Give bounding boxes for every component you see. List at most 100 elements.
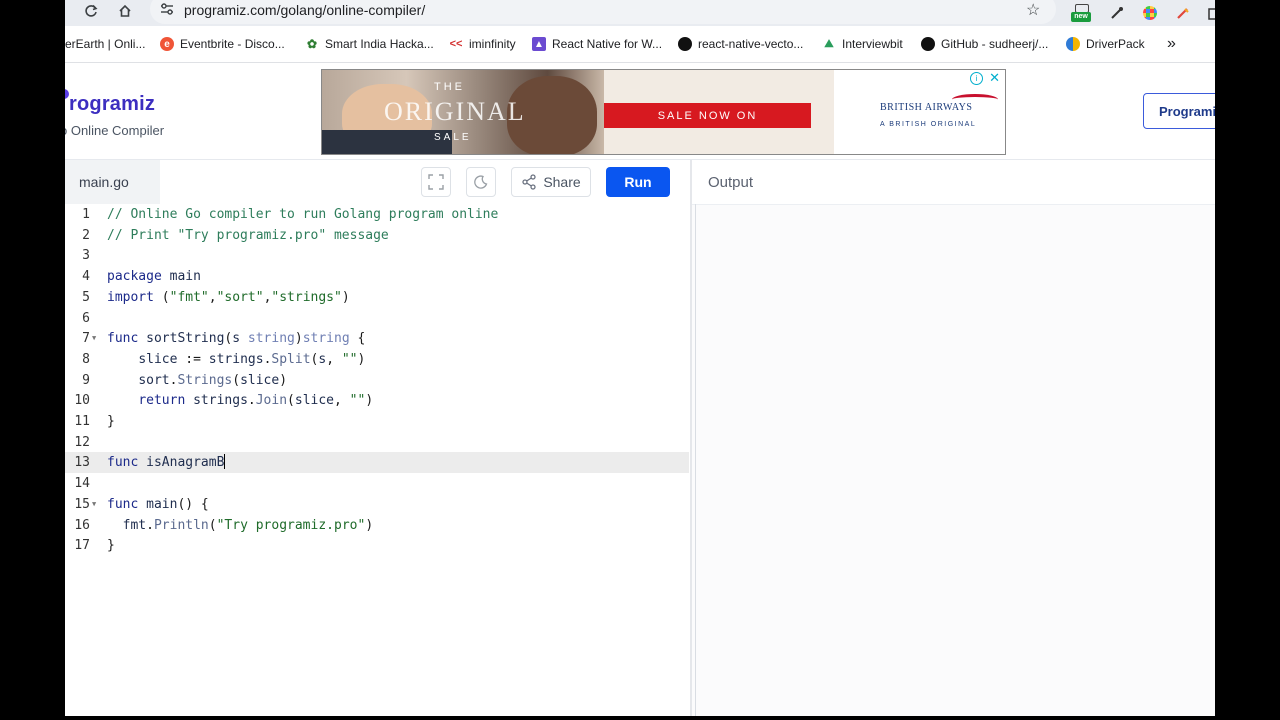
line-number: 14 <box>74 476 90 492</box>
site-header: rogramiz o Online Compiler THE ORIGINAL … <box>65 63 1215 160</box>
browser-window: programiz.com/golang/online-compiler/ ☆ … <box>65 0 1215 716</box>
code-text: return strings.Join(slice, "") <box>138 393 374 409</box>
bookmark-label: DriverPack <box>1086 37 1145 51</box>
bookmark-iminfinity[interactable]: << iminfinity <box>449 35 516 53</box>
home-icon[interactable] <box>113 0 137 22</box>
code-line[interactable]: 2 // Print "Try programiz.pro" message <box>65 225 689 246</box>
line-number: 2 <box>82 227 90 243</box>
output-title: Output <box>692 160 1215 205</box>
programiz-logo[interactable]: rogramiz <box>69 93 155 116</box>
bookmark-driverpack[interactable]: DriverPack <box>1066 35 1145 53</box>
code-line[interactable]: 8 slice := strings.Split(s, "") <box>65 349 689 370</box>
eyedropper-icon[interactable] <box>1106 2 1128 24</box>
ad-cta[interactable]: SALE NOW ON <box>604 103 811 128</box>
code-line[interactable]: 17} <box>65 535 689 556</box>
site-subtitle: o Online Compiler <box>65 123 165 138</box>
reload-icon[interactable] <box>79 0 103 22</box>
pencil-icon[interactable] <box>1172 2 1194 24</box>
code-line[interactable]: 1 // Online Go compiler to run Golang pro… <box>65 204 689 225</box>
code-line[interactable]: 9 sort.Strings(slice) <box>65 370 689 391</box>
browser-toolbar: programiz.com/golang/online-compiler/ ☆ … <box>65 0 1215 26</box>
bookmark-hackerearth[interactable]: erEarth | Onli... <box>65 35 145 53</box>
bookmark-star-icon[interactable]: ☆ <box>1026 0 1040 20</box>
dark-mode-icon[interactable] <box>466 167 496 197</box>
extension-new-icon[interactable]: new <box>1070 2 1092 24</box>
editor-toolbar: main.go Share Run <box>65 160 689 205</box>
code-text: sort.Strings(slice) <box>138 372 288 388</box>
bookmark-eventbrite[interactable]: e Eventbrite - Disco... <box>160 35 285 53</box>
bookmark-label: Interviewbit <box>842 37 903 51</box>
code-line[interactable]: 10 return strings.Join(slice, "") <box>65 390 689 411</box>
color-wheel-icon[interactable] <box>1139 2 1161 24</box>
bookmark-smart-india[interactable]: ✿ Smart India Hacka... <box>305 35 434 53</box>
line-number: 7 <box>82 331 90 347</box>
ad-sale-text: SALE <box>434 132 472 143</box>
line-number: 8 <box>82 351 90 367</box>
code-line[interactable]: 4 package main <box>65 266 689 287</box>
code-line[interactable]: 13 func isAnagramB <box>65 452 689 474</box>
text-caret <box>224 454 226 470</box>
ad-info-icon[interactable]: i <box>970 72 983 85</box>
line-number: 13 <box>74 455 90 471</box>
share-label: Share <box>543 174 581 190</box>
bookmarks-bar: erEarth | Onli... e Eventbrite - Disco..… <box>65 26 1215 63</box>
driverpack-icon <box>1066 37 1080 51</box>
share-button[interactable]: Share <box>511 167 591 197</box>
code-text: func isAnagramB <box>107 454 226 471</box>
site-settings-icon[interactable] <box>160 2 174 20</box>
ad-brand: BRITISH AIRWAYS <box>880 102 973 113</box>
ad-close-icon[interactable]: ✕ <box>989 70 1000 86</box>
code-line[interactable]: 15 ▼ func main() { <box>65 494 689 515</box>
interviewbit-icon: ⛰ <box>824 37 834 50</box>
code-text: fmt.Println("Try programiz.pro") <box>122 517 374 533</box>
github-icon <box>678 37 692 51</box>
code-line[interactable]: 11} <box>65 411 689 432</box>
bookmark-react-native-vector[interactable]: react-native-vecto... <box>678 35 803 53</box>
code-line[interactable]: 5 import ("fmt","sort","strings") <box>65 287 689 308</box>
code-text: func main() { <box>107 496 209 512</box>
code-line[interactable]: 16 fmt.Println("Try programiz.pro") <box>65 515 689 536</box>
url-text[interactable]: programiz.com/golang/online-compiler/ <box>184 2 425 18</box>
code-text: // Online Go compiler to run Golang prog… <box>107 207 499 222</box>
line-number: 10 <box>74 393 90 409</box>
code-line[interactable]: 6 <box>65 308 689 329</box>
file-tab[interactable]: main.go <box>65 160 160 204</box>
code-line[interactable]: 12 <box>65 432 689 453</box>
output-panel: Output <box>690 160 1215 716</box>
share-icon <box>522 174 536 190</box>
code-line[interactable]: 14 <box>65 473 689 494</box>
fold-toggle-icon[interactable]: ▼ <box>92 494 96 515</box>
code-text: } <box>107 538 115 554</box>
advertisement-banner[interactable]: THE ORIGINAL SALE SALE NOW ON BRITISH AI… <box>321 69 1006 155</box>
bookmark-label: Eventbrite - Disco... <box>180 37 285 51</box>
fold-toggle-icon[interactable]: ▼ <box>92 328 96 349</box>
code-editor[interactable]: 1 // Online Go compiler to run Golang pro… <box>65 204 689 716</box>
line-number: 11 <box>74 414 90 429</box>
address-bar[interactable]: programiz.com/golang/online-compiler/ ☆ <box>150 0 1056 24</box>
bookmark-interviewbit[interactable]: ⛰ Interviewbit <box>822 35 903 53</box>
bookmark-react-native-web[interactable]: ▲ React Native for W... <box>532 35 662 53</box>
line-number: 1 <box>82 207 90 222</box>
programiz-pro-button[interactable]: Programiz <box>1143 93 1215 129</box>
line-number: 16 <box>74 517 90 533</box>
run-button[interactable]: Run <box>606 167 670 197</box>
bookmark-github[interactable]: GitHub - sudheerj/... <box>921 35 1048 53</box>
code-line[interactable]: 7 ▼ func sortString(s string)string { <box>65 328 689 349</box>
line-number: 3 <box>82 248 90 264</box>
fullscreen-icon[interactable] <box>421 167 451 197</box>
ad-original-text: ORIGINAL <box>384 97 526 126</box>
line-number: 6 <box>82 310 90 326</box>
ad-tagline: A BRITISH ORIGINAL <box>880 121 977 128</box>
code-text: } <box>107 414 115 429</box>
iminfinity-icon: << <box>449 38 463 50</box>
line-number: 12 <box>74 434 90 450</box>
code-text: func sortString(s string)string { <box>107 331 366 347</box>
line-number: 4 <box>82 269 90 285</box>
line-number: 15 <box>74 496 90 512</box>
eventbrite-icon: e <box>160 37 174 51</box>
code-line[interactable]: 3 <box>65 245 689 266</box>
code-text: package main <box>107 269 201 285</box>
output-console[interactable] <box>695 204 1215 716</box>
more-bookmarks-icon[interactable]: » <box>1167 35 1176 53</box>
puzzle-icon[interactable] <box>1203 2 1215 24</box>
